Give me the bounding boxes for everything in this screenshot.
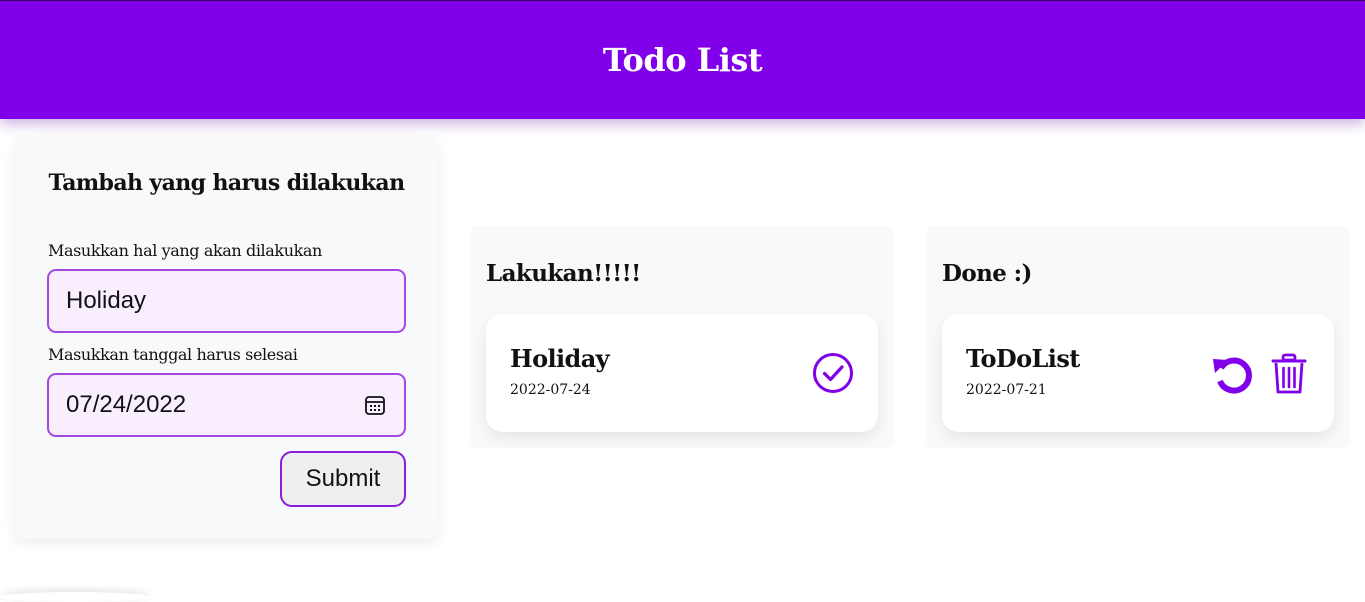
submit-button[interactable]: Submit (280, 451, 406, 507)
trash-icon[interactable] (1270, 352, 1308, 396)
app-header: Todo List (0, 0, 1365, 119)
partial-card-shadow (0, 592, 150, 602)
todo-column-title: Lakukan!!!!! (486, 260, 641, 287)
undo-icon[interactable] (1210, 352, 1254, 396)
todo-title-label: Masukkan hal yang akan dilakukan (48, 241, 322, 260)
todo-date-field[interactable]: 07/24/2022 (47, 373, 406, 437)
form-title: Tambah yang harus dilakukan (48, 170, 406, 196)
done-item-date: 2022-07-21 (966, 382, 1047, 398)
todo-column: Lakukan!!!!! Holiday 2022-07-24 (470, 226, 894, 448)
done-item-title: ToDoList (966, 344, 1080, 373)
todo-date-value[interactable]: 07/24/2022 (66, 391, 363, 419)
done-item: ToDoList 2022-07-21 (942, 314, 1334, 432)
todo-item-date: 2022-07-24 (510, 382, 591, 398)
check-circle-icon[interactable] (812, 352, 854, 394)
page-title: Todo List (602, 41, 763, 79)
todo-item: Holiday 2022-07-24 (486, 314, 878, 432)
todo-date-label: Masukkan tanggal harus selesai (48, 345, 298, 364)
done-column-title: Done :) (942, 260, 1032, 287)
todo-title-input[interactable] (66, 287, 387, 315)
calendar-icon[interactable] (363, 393, 387, 417)
add-todo-form: Tambah yang harus dilakukan Masukkan hal… (15, 137, 438, 539)
todo-item-title: Holiday (510, 344, 610, 373)
todo-title-field[interactable] (47, 269, 406, 333)
done-column: Done :) ToDoList 2022-07-21 (926, 226, 1350, 448)
